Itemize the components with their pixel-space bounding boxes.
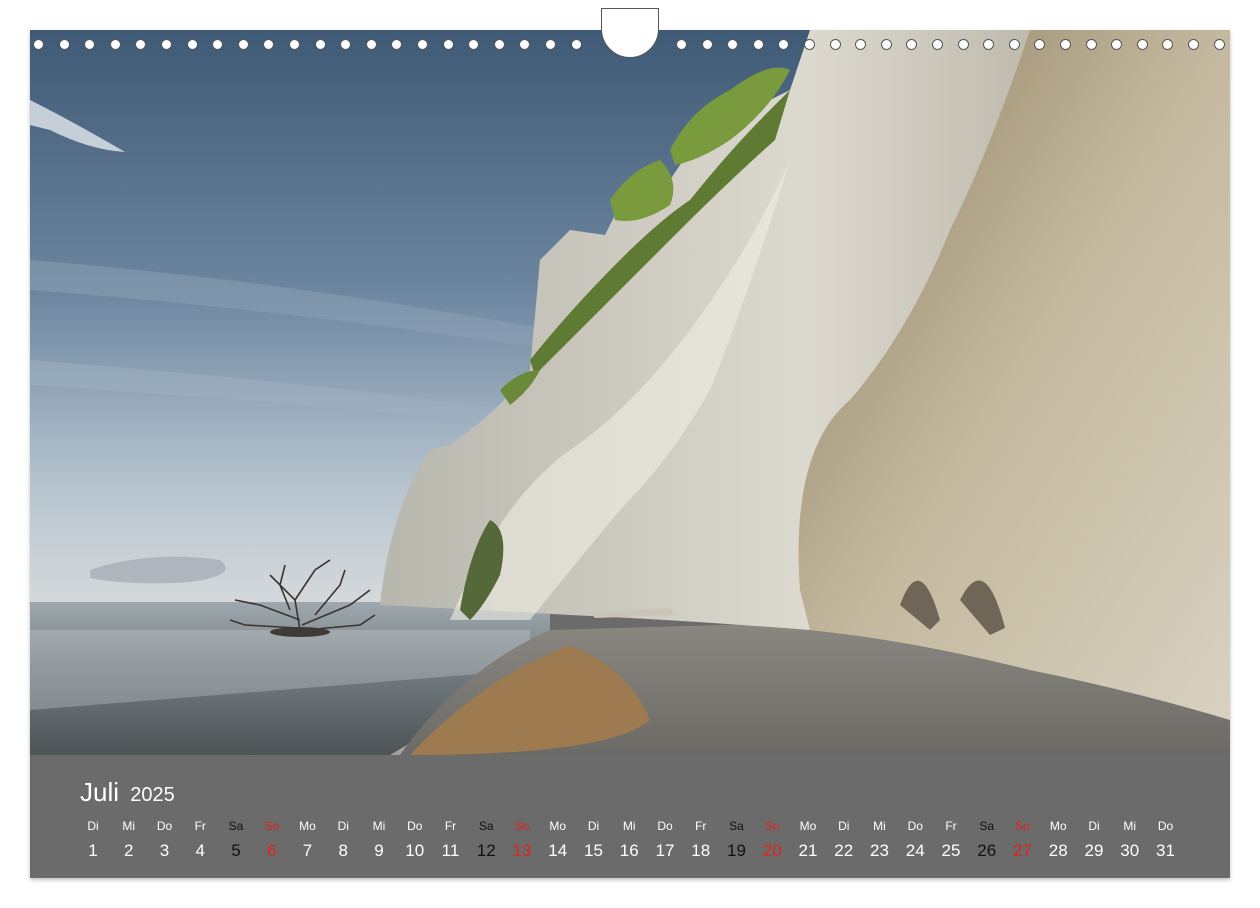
day-number: 15 bbox=[584, 841, 603, 860]
weekday-label: Do bbox=[907, 819, 923, 833]
day-number: 22 bbox=[834, 841, 854, 860]
day-number: 27 bbox=[1013, 841, 1032, 860]
weekday-label: So bbox=[514, 819, 530, 833]
calendar-sheet: Juli 2025 Di 1 Mi 2 Do 3 Fr 4 Sa 5 So 6 Mo 7 Di 8 Mi 9 Do 1… bbox=[30, 30, 1230, 878]
weekday-label: Mi bbox=[873, 819, 886, 833]
weekday-label: Mo bbox=[299, 819, 316, 833]
day-number: 13 bbox=[512, 841, 532, 860]
day-number: 23 bbox=[870, 841, 889, 860]
weekday-label: Mi bbox=[372, 819, 386, 833]
day-number: 4 bbox=[195, 841, 205, 860]
day-number: 26 bbox=[977, 841, 997, 860]
weekday-label: Sa bbox=[979, 819, 995, 833]
weekday-label: Di bbox=[1088, 819, 1100, 833]
day-number: 12 bbox=[476, 841, 496, 860]
day-number: 3 bbox=[159, 841, 170, 860]
weekday-label: Mo bbox=[799, 819, 817, 833]
weekday-label: Fr bbox=[945, 819, 957, 833]
weekday-label: Sa bbox=[729, 819, 744, 833]
calendar-footer: Juli 2025 Di 1 Mi 2 Do 3 Fr 4 Sa 5 So 6 Mo 7 Di 8 Mi 9 Do 1… bbox=[30, 755, 1230, 878]
weekday-label: Mo bbox=[549, 819, 567, 833]
month-name: Juli bbox=[80, 777, 120, 807]
day-number: 6 bbox=[267, 841, 277, 860]
day-number: 8 bbox=[338, 841, 348, 860]
day-number: 7 bbox=[302, 841, 313, 860]
weekday-label: Di bbox=[587, 819, 600, 833]
day-number: 2 bbox=[124, 841, 134, 860]
day-number: 31 bbox=[1156, 841, 1175, 860]
weekday-label: Di bbox=[337, 819, 349, 833]
weekday-label: Do bbox=[407, 819, 423, 833]
weekday-label: So bbox=[764, 819, 780, 833]
weekday-label: Sa bbox=[478, 819, 494, 833]
day-number: 17 bbox=[655, 841, 675, 860]
weekday-label: Fr bbox=[444, 819, 457, 833]
day-number: 11 bbox=[441, 841, 460, 860]
weekday-label: Fr bbox=[194, 819, 206, 833]
day-number: 21 bbox=[798, 841, 818, 860]
weekday-label: So bbox=[1015, 819, 1030, 833]
day-number: 29 bbox=[1084, 841, 1104, 860]
weekday-label: Mi bbox=[622, 819, 636, 833]
weekday-label: Mi bbox=[1123, 819, 1137, 833]
day-number: 28 bbox=[1048, 841, 1068, 860]
month-title: Juli 2025 bbox=[80, 777, 175, 808]
weekday-label: Fr bbox=[695, 819, 707, 833]
weekday-label: So bbox=[264, 819, 280, 833]
weekday-label: Do bbox=[156, 819, 173, 833]
day-number: 1 bbox=[88, 841, 98, 860]
cliff-coast-photo bbox=[30, 30, 1230, 755]
day-number: 16 bbox=[619, 841, 639, 860]
day-number: 5 bbox=[231, 841, 241, 860]
day-number: 25 bbox=[941, 841, 961, 860]
day-number: 10 bbox=[405, 841, 425, 860]
weekday-label: Do bbox=[657, 819, 673, 833]
weekday-label: Mo bbox=[1049, 819, 1067, 833]
day-number: 24 bbox=[905, 841, 925, 860]
weekday-label: Di bbox=[87, 819, 99, 833]
day-number: 9 bbox=[374, 841, 384, 860]
weekday-label: Di bbox=[838, 819, 850, 833]
day-number: 20 bbox=[762, 841, 782, 860]
weekday-label: Sa bbox=[228, 819, 244, 833]
day-number: 18 bbox=[691, 841, 711, 860]
day-number: 19 bbox=[727, 841, 746, 860]
day-number: 30 bbox=[1120, 841, 1140, 860]
year-label: 2025 bbox=[130, 784, 175, 806]
weekday-label: Do bbox=[1157, 819, 1174, 833]
weekday-label: Mi bbox=[122, 819, 136, 833]
day-number: 14 bbox=[548, 841, 568, 860]
calendar-page: Juli 2025 Di 1 Mi 2 Do 3 Fr 4 Sa 5 So 6 Mo 7 Di 8 Mi 9 Do 1… bbox=[0, 0, 1260, 908]
